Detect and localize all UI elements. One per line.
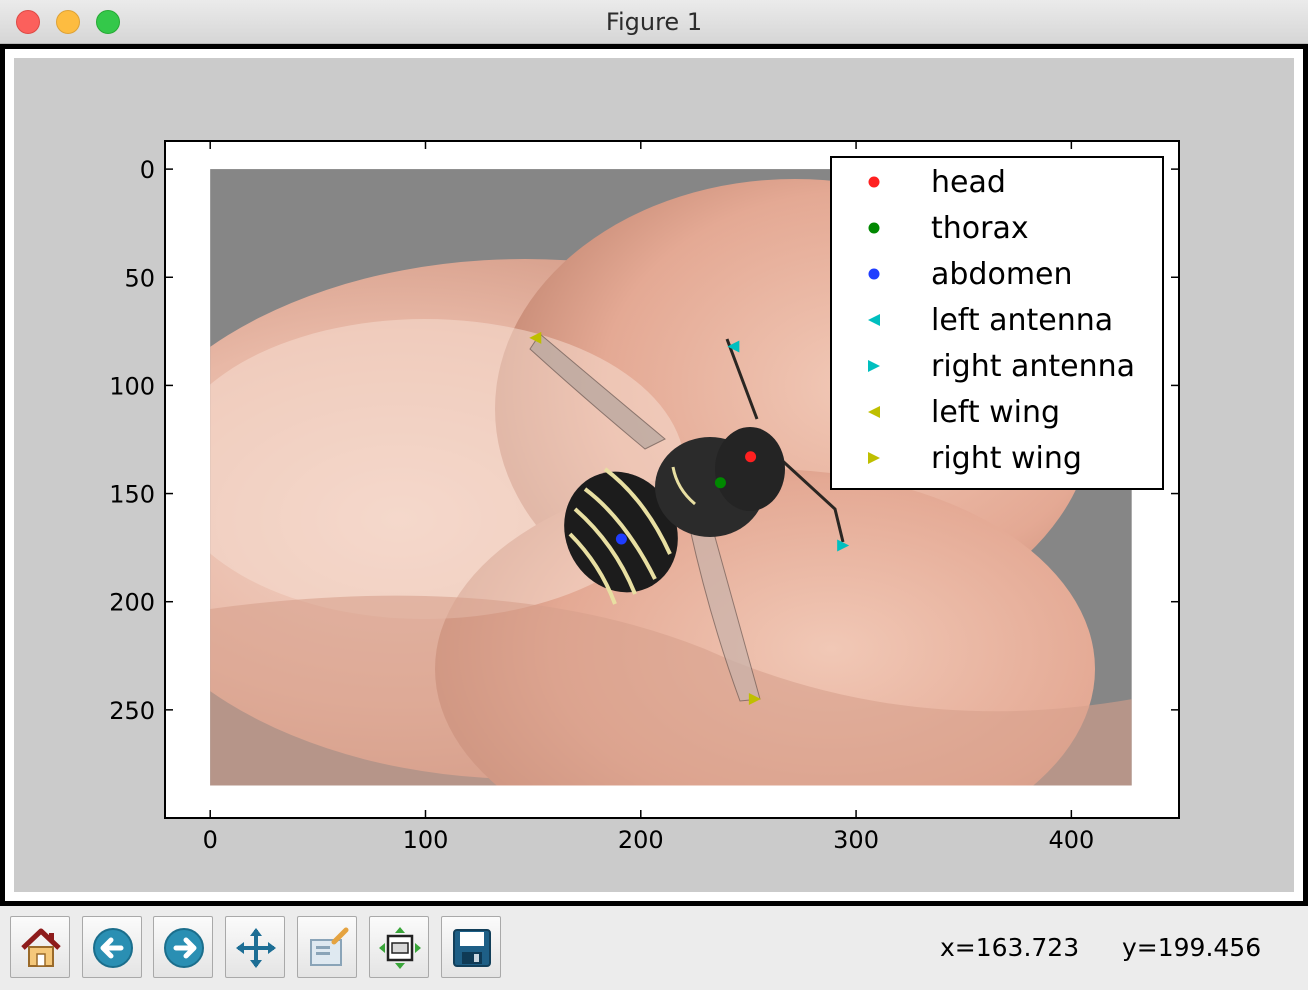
legend-label-thorax: thorax <box>931 211 1029 246</box>
save-button[interactable] <box>441 916 501 978</box>
legend: head thorax abdomen left antenna right anten… <box>830 156 1164 490</box>
move-icon <box>236 928 276 968</box>
legend-label-left-wing: left wing <box>931 395 1060 430</box>
subplots-icon <box>379 927 421 969</box>
legend-marker-head <box>868 176 880 188</box>
x-tick-label: 300 <box>833 826 879 854</box>
y-tick-label: 250 <box>109 697 155 725</box>
legend-marker-thorax <box>868 222 880 234</box>
zoom-button[interactable] <box>297 916 357 978</box>
forward-arrow-icon <box>164 928 204 968</box>
y-tick-label: 150 <box>109 481 155 509</box>
cursor-x-readout: x=163.723 <box>940 933 1080 962</box>
window-title: Figure 1 <box>605 8 703 36</box>
zoom-rect-icon <box>310 927 349 966</box>
forward-button[interactable] <box>153 916 213 978</box>
legend-label-head: head <box>931 165 1006 200</box>
x-tick-label: 200 <box>618 826 664 854</box>
abdomen-point <box>615 533 627 545</box>
cursor-y-readout: y=199.456 <box>1122 933 1262 962</box>
y-tick-label: 0 <box>140 156 155 184</box>
thorax-point <box>714 477 726 489</box>
x-tick-label: 400 <box>1048 826 1094 854</box>
legend-label-left-antenna: left antenna <box>931 303 1113 338</box>
back-arrow-icon <box>93 928 133 968</box>
legend-label-right-wing: right wing <box>931 441 1082 476</box>
figure-canvas[interactable]: 0 100 200 300 400 0 50 100 150 200 250 head thorax a… <box>5 49 1303 901</box>
head-point <box>745 451 757 463</box>
window-titlebar: Figure 1 <box>0 0 1308 44</box>
subplots-button[interactable] <box>369 916 429 978</box>
home-button[interactable] <box>10 916 70 978</box>
home-icon <box>21 928 61 967</box>
legend-label-abdomen: abdomen <box>931 257 1073 292</box>
back-button[interactable] <box>82 916 142 978</box>
x-tick-label: 100 <box>403 826 449 854</box>
pan-button[interactable] <box>225 916 285 978</box>
navigation-toolbar: x=163.723 y=199.456 <box>0 906 1308 990</box>
axes-plot[interactable]: 0 100 200 300 400 0 50 100 150 200 250 head thorax a… <box>5 49 1303 901</box>
y-tick-label: 100 <box>109 372 155 400</box>
x-tick-label: 0 <box>203 826 218 854</box>
save-disk-icon <box>453 929 491 967</box>
y-tick-label: 200 <box>109 589 155 617</box>
y-tick-label: 50 <box>124 264 155 292</box>
legend-label-right-antenna: right antenna <box>931 349 1135 384</box>
figure-canvas-frame: 0 100 200 300 400 0 50 100 150 200 250 head thorax a… <box>0 44 1308 906</box>
legend-marker-abdomen <box>868 268 880 280</box>
